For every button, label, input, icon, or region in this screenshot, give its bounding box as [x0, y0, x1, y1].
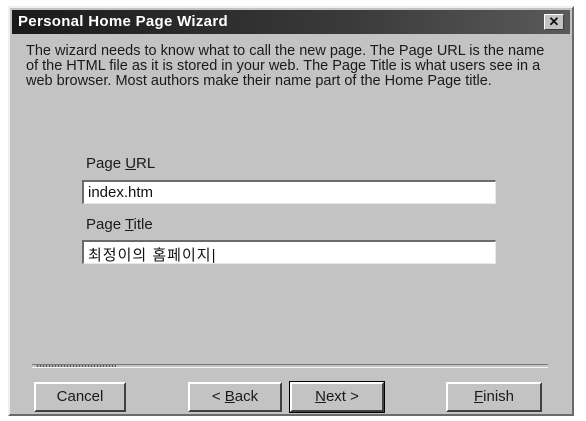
- wizard-description: The wizard needs to know what to call th…: [26, 43, 545, 89]
- cancel-button[interactable]: Cancel: [34, 382, 126, 412]
- back-button[interactable]: < Back: [188, 382, 282, 412]
- progress-separator: [32, 364, 548, 368]
- progress-dots: [36, 365, 116, 367]
- title-bar: Personal Home Page Wizard ✕: [12, 10, 570, 34]
- page-title-input[interactable]: 최정이의 홈페이지|: [82, 240, 496, 264]
- wizard-window: Personal Home Page Wizard ✕ The wizard n…: [8, 6, 574, 416]
- close-button[interactable]: ✕: [544, 14, 564, 30]
- next-button[interactable]: Next >: [289, 381, 385, 413]
- page-title-label: Page Title: [86, 216, 153, 233]
- finish-button[interactable]: Finish: [446, 382, 542, 412]
- close-icon: ✕: [548, 14, 560, 29]
- page-url-label: Page URL: [86, 155, 156, 172]
- window-title: Personal Home Page Wizard: [18, 13, 228, 30]
- page-url-input[interactable]: index.htm: [82, 180, 496, 204]
